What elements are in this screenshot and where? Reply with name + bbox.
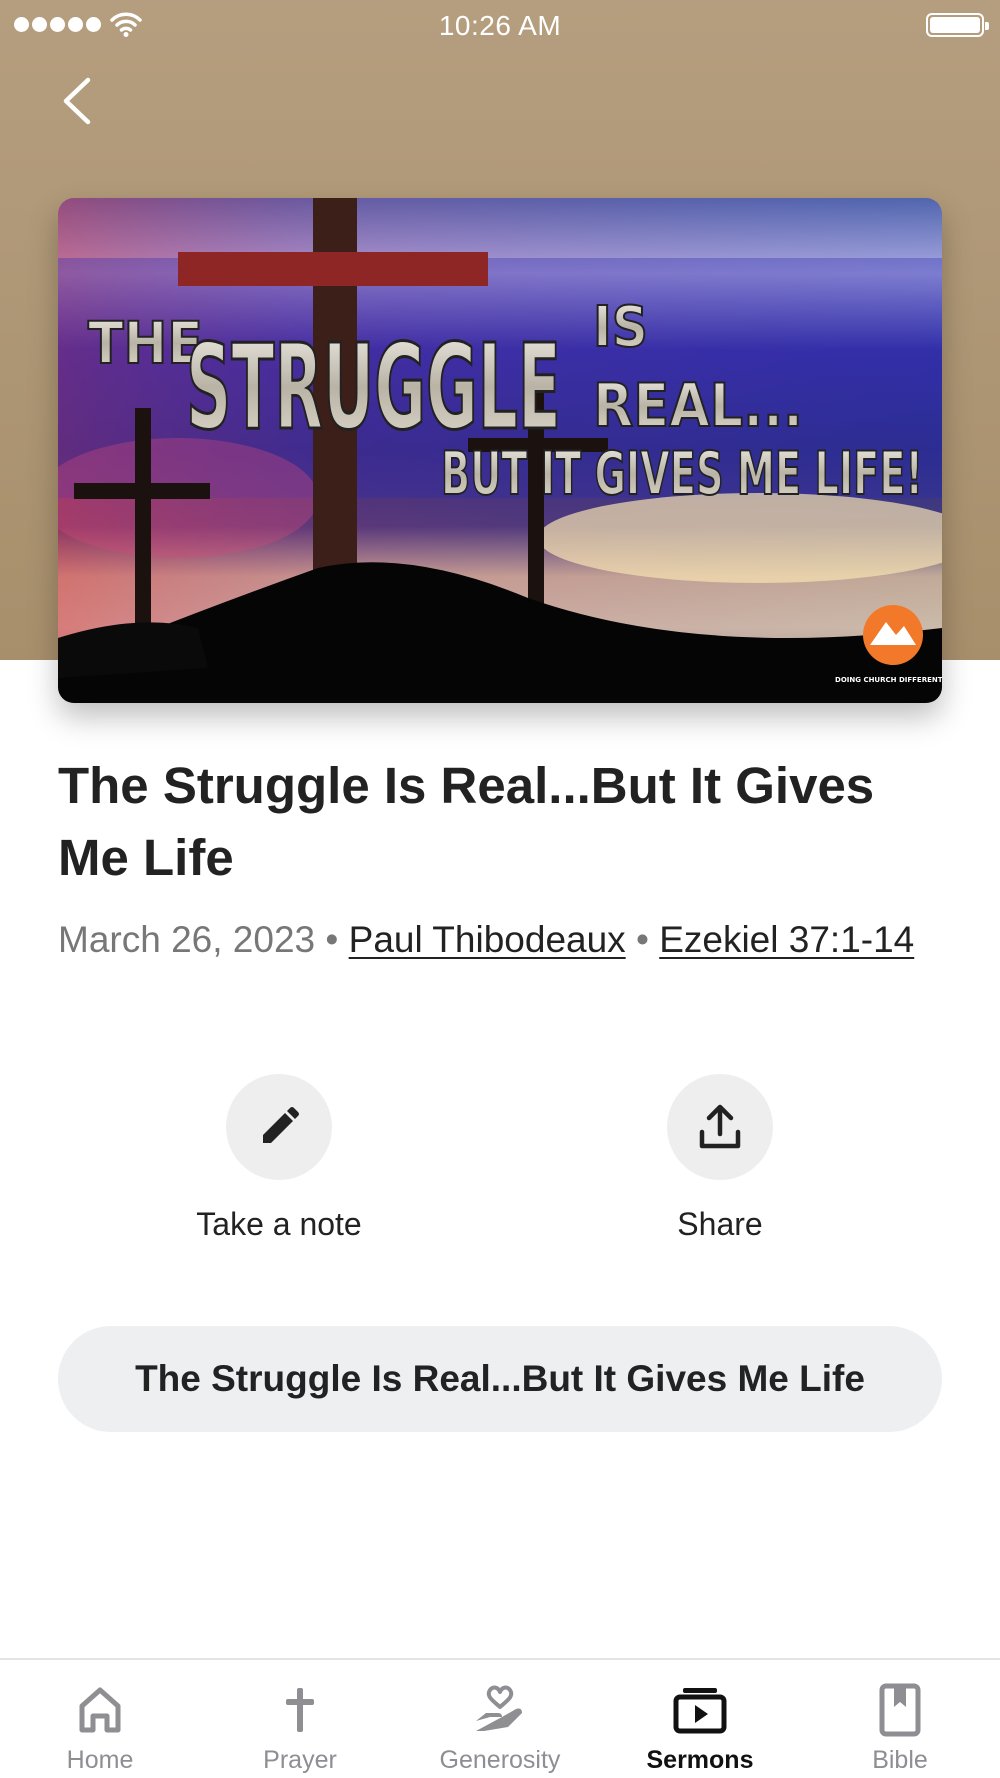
share-upload-icon: [699, 1104, 741, 1149]
tab-label: Home: [66, 1746, 134, 1774]
tab-generosity[interactable]: Generosity: [400, 1660, 600, 1778]
sermon-title: The Struggle Is Real...But It Gives Me L…: [58, 757, 875, 886]
artwork-text-is: IS: [593, 295, 648, 360]
tab-bible[interactable]: Bible: [800, 1660, 1000, 1778]
battery-icon: [926, 13, 989, 37]
tab-prayer[interactable]: Prayer: [200, 1660, 400, 1778]
meta-separator: •: [325, 919, 339, 960]
tab-label: Generosity: [439, 1746, 561, 1774]
tab-home[interactable]: Home: [0, 1660, 200, 1778]
media-item-button[interactable]: The Struggle Is Real...But It Gives Me L…: [58, 1326, 942, 1432]
artwork-text-life: BUT IT GIVES ME LIFE!: [441, 439, 923, 509]
artwork-text-real: REAL...: [593, 371, 803, 441]
tab-label: Bible: [872, 1746, 928, 1774]
scripture-link[interactable]: Ezekiel 37:1-14: [659, 919, 914, 960]
bookmark-book-icon: [879, 1683, 921, 1737]
sermon-meta: March 26, 2023 • Paul Thibodeaux • Ezeki…: [58, 913, 918, 966]
status-bar: 10:26 AM: [0, 0, 1000, 50]
artwork-text-struggle: STRUGGLE: [186, 318, 561, 456]
tab-label: Sermons: [646, 1746, 754, 1774]
back-button[interactable]: [52, 68, 108, 134]
speaker-link[interactable]: Paul Thibodeaux: [349, 919, 626, 960]
share-button[interactable]: Share: [600, 1074, 840, 1243]
play-stack-icon: [673, 1688, 727, 1734]
giving-hand-icon: [476, 1685, 522, 1731]
tab-label: Prayer: [263, 1746, 337, 1774]
cross-icon: [286, 1688, 314, 1732]
share-circle[interactable]: [667, 1074, 773, 1180]
tab-bar: Home Prayer Generosity Sermons Bible: [0, 1658, 1000, 1778]
meta-separator: •: [635, 919, 649, 960]
sermon-date: March 26, 2023: [58, 919, 316, 960]
home-icon: [79, 1687, 121, 1733]
take-note-button[interactable]: Take a note: [159, 1074, 399, 1243]
chevron-left-icon: [63, 77, 91, 125]
tab-sermons[interactable]: Sermons: [600, 1660, 800, 1778]
status-time: 10:26 AM: [438, 10, 562, 41]
take-note-circle[interactable]: [226, 1074, 332, 1180]
pencil-icon: [263, 1107, 299, 1143]
logo-text: DOING CHURCH DIFFERENTLY: [835, 676, 942, 684]
take-note-label: Take a note: [196, 1206, 362, 1242]
share-label: Share: [677, 1206, 763, 1242]
sermon-artwork: THE STRUGGLE IS REAL... BUT IT GIVES ME …: [58, 198, 942, 703]
